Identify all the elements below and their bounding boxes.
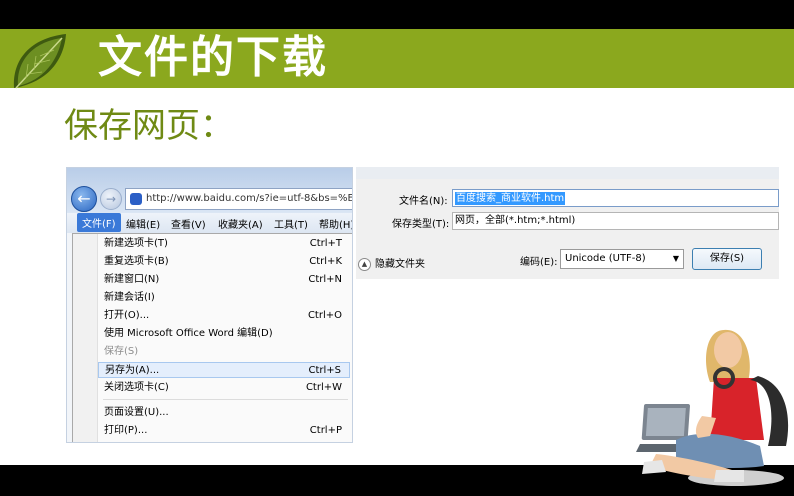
filename-value: 百度搜索_商业软件.htm — [455, 192, 566, 205]
menu-view[interactable]: 查看(V) — [171, 216, 206, 231]
menu-gutter — [73, 234, 98, 442]
filename-input[interactable]: 百度搜索_商业软件.htm — [452, 189, 779, 207]
top-black-bar — [0, 0, 794, 29]
dialog-top-strip — [356, 167, 779, 179]
hide-folders-toggle[interactable]: ▲ 隐藏文件夹 — [358, 255, 425, 271]
menu-bar: 文件(F) 编辑(E) 查看(V) 收藏夹(A) 工具(T) 帮助(H) — [67, 213, 352, 233]
save-button[interactable]: 保存(S) — [692, 248, 762, 270]
forward-arrow-icon[interactable]: → — [100, 188, 122, 210]
address-text: http://www.baidu.com/s?ie=utf-8&bs=%E5% — [146, 193, 353, 204]
slide-subtitle: 保存网页： — [64, 106, 234, 146]
encoding-value: Unicode (UTF-8) — [565, 253, 646, 264]
leaf-icon — [13, 34, 67, 89]
menu-item-save[interactable]: 保存(S) — [98, 344, 350, 360]
menu-item-edit-with-word[interactable]: 使用 Microsoft Office Word 编辑(D) — [98, 326, 350, 342]
file-menu-dropdown: 新建选项卡(T) Ctrl+T 重复选项卡(B) Ctrl+K 新建窗口(N) Ctr… — [72, 233, 352, 442]
menu-edit[interactable]: 编辑(E) — [126, 216, 160, 231]
slide-title: 文件的下载 — [98, 32, 328, 83]
filetype-select[interactable]: 网页，全部(*.htm;*.html) — [452, 212, 779, 230]
student-with-laptop-illustration — [636, 329, 789, 486]
menu-item-print[interactable]: 打印(P)... Ctrl+P — [98, 423, 350, 439]
dropdown-arrow-icon: ▼ — [672, 254, 679, 263]
address-bar[interactable]: http://www.baidu.com/s?ie=utf-8&bs=%E5% — [125, 188, 353, 210]
baidu-paw-icon — [130, 193, 142, 205]
menu-tools[interactable]: 工具(T) — [274, 216, 308, 231]
menu-item-close-tab[interactable]: 关闭选项卡(C) Ctrl+W — [98, 380, 350, 396]
menu-favorites[interactable]: 收藏夹(A) — [218, 216, 263, 231]
menu-item-save-as[interactable]: 另存为(A)... Ctrl+S — [98, 362, 350, 378]
hide-folders-label: 隐藏文件夹 — [375, 259, 425, 270]
menu-item-new-window[interactable]: 新建窗口(N) Ctrl+N — [98, 272, 350, 288]
filetype-label: 保存类型(T): — [392, 219, 450, 230]
browser-screenshot: ← → http://www.baidu.com/s?ie=utf-8&bs=%… — [66, 167, 353, 443]
encoding-select[interactable]: Unicode (UTF-8) ▼ — [560, 249, 684, 269]
chevron-up-icon: ▲ — [358, 257, 371, 271]
menu-help[interactable]: 帮助(H) — [319, 216, 352, 231]
menu-separator — [103, 399, 348, 400]
filename-label: 文件名(N): — [399, 196, 448, 207]
menu-item-new-tab[interactable]: 新建选项卡(T) Ctrl+T — [98, 236, 350, 252]
save-dialog-screenshot: 文件名(N): 百度搜索_商业软件.htm 保存类型(T): 网页，全部(*.h… — [356, 167, 779, 279]
encoding-label: 编码(E): — [520, 257, 558, 268]
menu-item-open[interactable]: 打开(O)... Ctrl+O — [98, 308, 350, 324]
back-arrow-icon[interactable]: ← — [71, 186, 97, 212]
menu-item-new-session[interactable]: 新建会话(I) — [98, 290, 350, 306]
menu-item-duplicate-tab[interactable]: 重复选项卡(B) Ctrl+K — [98, 254, 350, 270]
menu-file[interactable]: 文件(F) — [77, 213, 121, 232]
menu-item-page-setup[interactable]: 页面设置(U)... — [98, 405, 350, 421]
